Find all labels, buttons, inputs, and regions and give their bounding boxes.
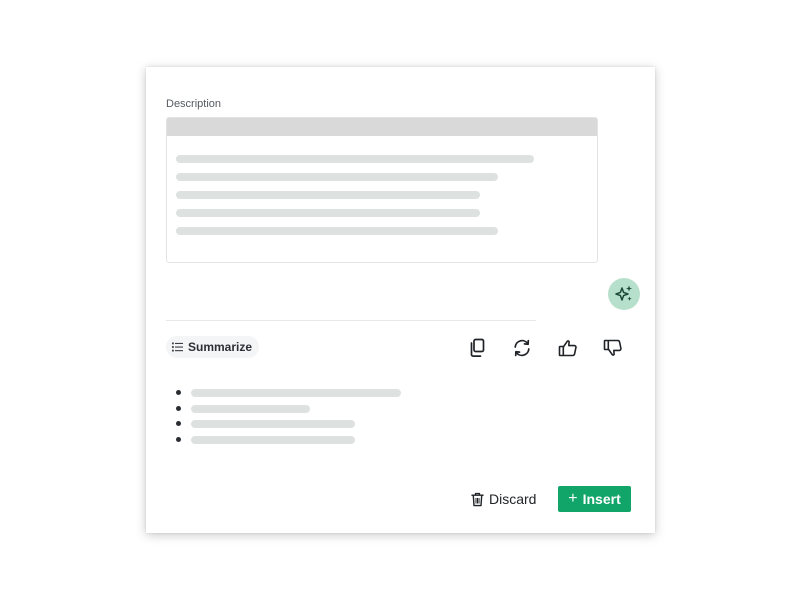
placeholder-text-line — [191, 389, 401, 397]
summarize-label: Summarize — [188, 340, 253, 354]
list-icon — [172, 342, 183, 352]
placeholder-text-line — [191, 435, 355, 444]
bullet-dot — [176, 390, 181, 395]
copy-button[interactable] — [466, 337, 488, 359]
list-item — [176, 416, 416, 432]
thumbs-up-icon — [558, 340, 577, 357]
placeholder-text-line — [176, 155, 534, 163]
description-label: Description — [166, 98, 222, 110]
summary-bullet-list — [176, 385, 416, 447]
list-item — [176, 401, 416, 417]
regenerate-button[interactable] — [511, 337, 533, 359]
ai-assist-button[interactable] — [608, 278, 640, 310]
insert-button[interactable]: + Insert — [558, 486, 631, 512]
summarize-chip[interactable]: Summarize — [166, 336, 260, 358]
copy-icon — [470, 338, 485, 357]
bullet-dot — [176, 421, 181, 426]
editor-toolbar — [167, 118, 597, 136]
placeholder-text-line — [191, 404, 310, 413]
bullet-dot — [176, 436, 181, 442]
discard-label: Discard — [489, 491, 537, 507]
placeholder-text-line — [176, 227, 498, 235]
plus-icon: + — [568, 489, 578, 507]
placeholder-text-line — [176, 209, 480, 217]
refresh-icon — [514, 339, 530, 357]
thumbs-down-button[interactable] — [602, 337, 624, 359]
list-item — [176, 432, 416, 448]
trash-icon — [471, 492, 484, 506]
section-divider — [166, 320, 536, 321]
ai-description-card: Description Summarize Discard + Insert — [146, 67, 655, 533]
description-editor[interactable] — [166, 117, 598, 263]
sparkles-icon — [615, 285, 632, 301]
bullet-dot — [176, 405, 181, 411]
placeholder-text-line — [191, 420, 355, 428]
list-item — [176, 385, 416, 401]
thumbs-up-button[interactable] — [557, 337, 579, 359]
placeholder-text-line — [176, 173, 498, 181]
discard-button[interactable]: Discard — [471, 488, 536, 510]
thumbs-down-icon — [603, 339, 622, 356]
insert-label: Insert — [582, 491, 621, 507]
placeholder-text-line — [176, 191, 480, 199]
